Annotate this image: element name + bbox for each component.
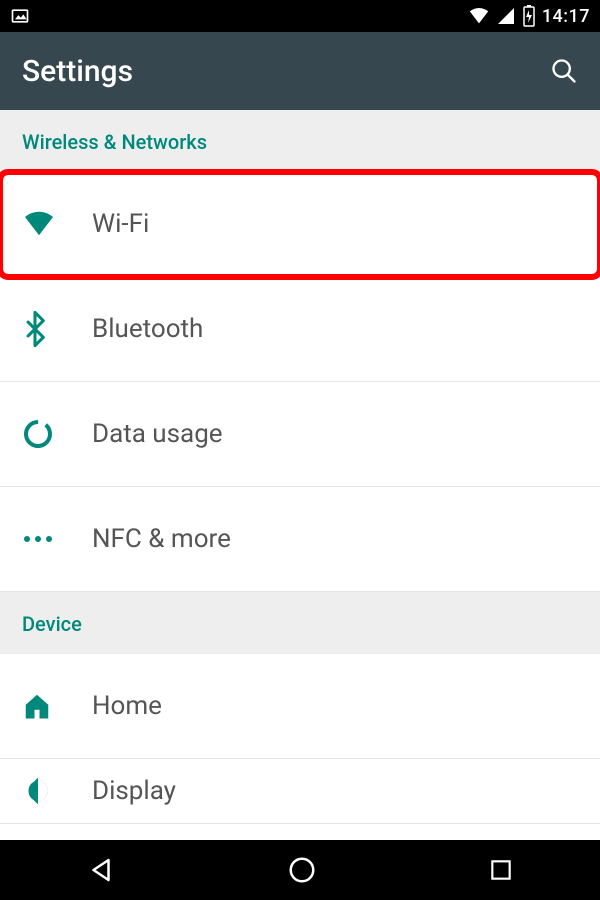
wifi-status-icon	[468, 6, 490, 26]
status-bar: 14:17	[0, 0, 600, 32]
section-header-wireless: Wireless & Networks	[0, 110, 600, 172]
settings-item-home[interactable]: Home	[0, 654, 600, 759]
screenshot-notification-icon	[10, 6, 30, 26]
wifi-icon	[22, 210, 92, 238]
settings-item-label: Home	[92, 691, 162, 721]
settings-item-wifi[interactable]: Wi-Fi	[0, 172, 600, 277]
settings-item-nfc-more[interactable]: NFC & more	[0, 487, 600, 592]
app-bar: Settings	[0, 32, 600, 110]
settings-item-label: NFC & more	[92, 524, 231, 554]
page-title: Settings	[22, 54, 550, 89]
more-icon	[22, 534, 92, 544]
display-icon	[22, 775, 92, 807]
section-header-device: Device	[0, 592, 600, 654]
settings-item-label: Data usage	[92, 419, 223, 449]
home-icon	[22, 692, 92, 720]
settings-item-display[interactable]: Display	[0, 759, 600, 824]
settings-item-label: Bluetooth	[92, 314, 203, 344]
signal-status-icon	[496, 6, 516, 26]
status-time: 14:17	[542, 6, 590, 27]
settings-item-label: Display	[92, 776, 176, 806]
search-button[interactable]	[550, 57, 578, 85]
nav-recent-button[interactable]	[488, 857, 514, 883]
navigation-bar	[0, 840, 600, 900]
data-usage-icon	[22, 418, 92, 450]
settings-item-data-usage[interactable]: Data usage	[0, 382, 600, 487]
battery-charging-icon	[522, 5, 536, 27]
nav-home-button[interactable]	[287, 855, 317, 885]
settings-item-label: Wi-Fi	[92, 209, 149, 239]
nav-back-button[interactable]	[86, 855, 116, 885]
bluetooth-icon	[22, 311, 92, 347]
settings-item-bluetooth[interactable]: Bluetooth	[0, 277, 600, 382]
